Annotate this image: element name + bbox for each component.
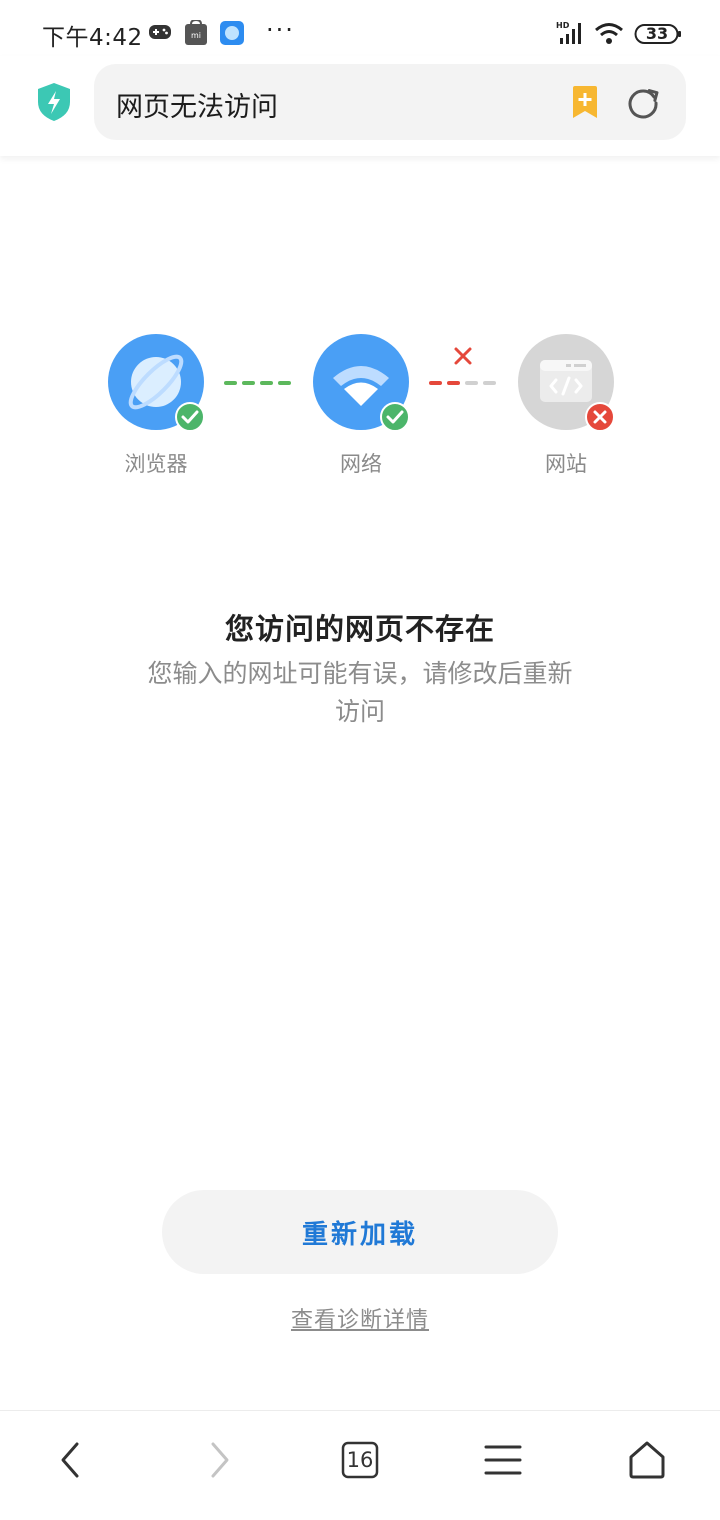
connector-dash <box>465 381 478 385</box>
address-bar[interactable]: 网页无法访问 <box>94 64 686 140</box>
mi-store-icon: mi <box>185 20 207 45</box>
network-ok-check-icon <box>380 402 410 432</box>
connector-dash <box>260 381 273 385</box>
status-right-group: HD 33 <box>556 20 684 50</box>
svg-text:HD: HD <box>556 21 570 30</box>
website-node-label: 网站 <box>545 452 587 476</box>
back-icon[interactable] <box>46 1435 96 1485</box>
security-shield-icon[interactable] <box>36 82 72 122</box>
tabs-button[interactable]: 16 <box>341 1441 379 1479</box>
error-title: 您访问的网页不存在 <box>224 612 495 646</box>
battery-level: 33 <box>645 24 669 43</box>
connector-dash <box>483 381 496 385</box>
broken-link-x-icon <box>454 347 472 365</box>
view-diagnosis-link[interactable]: 查看诊断详情 <box>0 1302 720 1334</box>
home-icon[interactable] <box>622 1435 672 1485</box>
network-node-label: 网络 <box>340 452 382 476</box>
browser-node-label: 浏览器 <box>124 452 188 476</box>
connector-dash <box>242 381 255 385</box>
error-subtitle: 您输入的网址可能有误，请修改后重新访问 <box>147 659 573 726</box>
reload-button[interactable]: 重新加载 <box>162 1190 558 1274</box>
connector-dash <box>278 381 291 385</box>
forward-icon[interactable] <box>194 1435 244 1485</box>
bottom-nav: 16 <box>0 1410 720 1520</box>
add-bookmark-icon[interactable] <box>570 86 600 120</box>
browser-app-icon <box>220 21 244 45</box>
menu-icon[interactable] <box>478 1435 528 1485</box>
status-time: 下午4:42 <box>42 25 143 51</box>
connector-dash <box>224 381 237 385</box>
refresh-icon[interactable] <box>626 86 660 120</box>
browser-ok-check-icon <box>175 402 205 432</box>
status-bar: 下午4:42 mi ··· HD 33 <box>0 0 720 64</box>
website-error-x-icon <box>585 402 615 432</box>
svg-text:mi: mi <box>191 31 201 40</box>
address-header: 网页无法访问 <box>0 56 720 156</box>
gamepad-icon <box>149 25 171 39</box>
status-more-dots: ··· <box>266 16 295 44</box>
wifi-status-icon <box>595 23 623 44</box>
screen: 下午4:42 mi ··· HD 33 网页无法访问 浏览器 网络 网站 您访问… <box>0 0 720 1520</box>
connector-dash <box>447 381 460 385</box>
address-text[interactable]: 网页无法访问 <box>116 85 278 124</box>
connector-dash <box>429 381 442 385</box>
cellular-signal-icon: HD <box>556 21 581 44</box>
tab-count: 16 <box>346 1448 374 1472</box>
connection-diagram: 浏览器 网络 网站 <box>0 330 720 490</box>
